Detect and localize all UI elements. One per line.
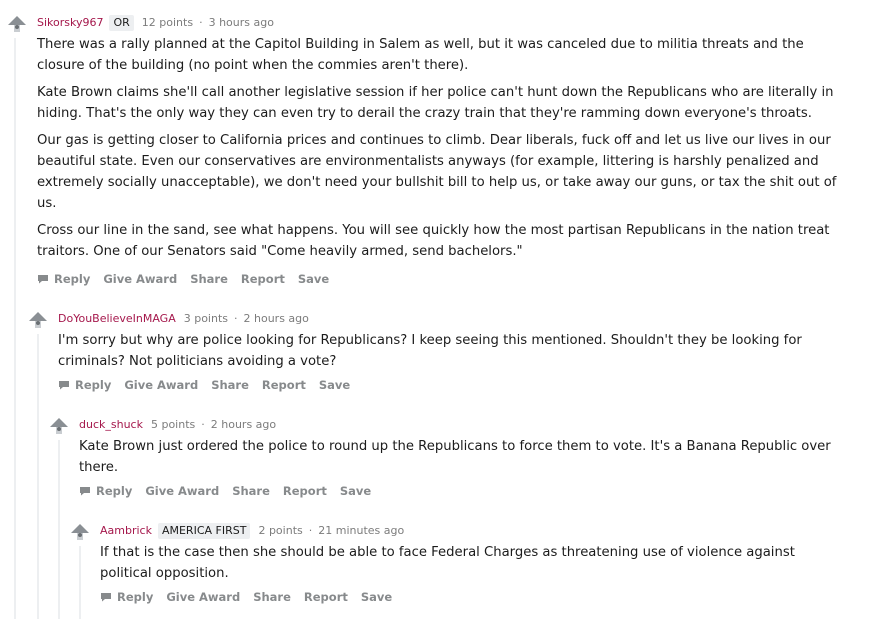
speech-bubble-icon (59, 381, 69, 390)
user-flair: AMERICA FIRST (157, 523, 251, 539)
comment-paragraph: Kate Brown claims she'll call another le… (37, 85, 834, 121)
save-button[interactable]: Save (340, 484, 371, 498)
share-button[interactable]: Share (211, 378, 249, 392)
thread-line-0[interactable] (14, 38, 16, 619)
comment-author[interactable]: DoYouBelieveInMAGA (58, 311, 176, 327)
meta-separator: · (234, 312, 238, 325)
give-award-button[interactable]: Give Award (166, 590, 240, 604)
comment-paragraph: If that is the case then she should be a… (100, 545, 795, 581)
thread-line-2[interactable] (58, 440, 60, 619)
comment-timestamp[interactable]: 2 hours ago (211, 417, 276, 433)
reply-button[interactable]: Reply (79, 484, 132, 498)
comment-actions: Reply Give Award Share Report Save (37, 272, 342, 286)
give-award-button[interactable]: Give Award (145, 484, 219, 498)
report-button[interactable]: Report (241, 272, 285, 286)
comment-author[interactable]: duck_shuck (79, 417, 143, 433)
snoo-avatar-icon[interactable] (27, 310, 49, 332)
speech-bubble-icon (38, 275, 48, 284)
reply-label: Reply (54, 272, 91, 286)
give-award-button[interactable]: Give Award (124, 378, 198, 392)
reply-button[interactable]: Reply (37, 272, 90, 286)
meta-separator: · (201, 418, 205, 431)
reply-label: Reply (96, 484, 133, 498)
reply-label: Reply (117, 590, 154, 604)
give-award-button[interactable]: Give Award (103, 272, 177, 286)
meta-separator: · (308, 524, 313, 537)
comment-paragraph: I'm sorry but why are police looking for… (58, 333, 802, 369)
comment-author[interactable]: Sikorsky967 (37, 15, 103, 31)
snoo-avatar-icon[interactable] (69, 522, 91, 544)
comment-timestamp[interactable]: 3 hours ago (209, 15, 274, 31)
reply-button[interactable]: Reply (58, 378, 111, 392)
comment-timestamp[interactable]: 21 minutes ago (318, 523, 404, 539)
comment-points: 5 points (150, 418, 196, 431)
share-button[interactable]: Share (253, 590, 291, 604)
thread-line-1[interactable] (37, 334, 39, 619)
share-button[interactable]: Share (232, 484, 270, 498)
comment-paragraph: Our gas is getting closer to California … (37, 133, 837, 211)
comment-body: If that is the case then she should be a… (100, 542, 840, 590)
comment-body: There was a rally planned at the Capitol… (37, 34, 837, 268)
save-button[interactable]: Save (361, 590, 392, 604)
snoo-avatar-icon[interactable] (48, 416, 70, 438)
share-button[interactable]: Share (190, 272, 228, 286)
comment-points: 3 points (183, 312, 228, 325)
meta-separator: · (199, 16, 203, 29)
report-button[interactable]: Report (304, 590, 348, 604)
comment-points: 2 points (258, 524, 303, 537)
comment-paragraph: There was a rally planned at the Capitol… (37, 37, 804, 73)
save-button[interactable]: Save (319, 378, 350, 392)
comment-author[interactable]: Aambrick (100, 523, 152, 539)
snoo-avatar-icon[interactable] (6, 14, 28, 36)
comment-body: Kate Brown just ordered the police to ro… (79, 436, 839, 484)
report-button[interactable]: Report (283, 484, 327, 498)
user-flair: OR (109, 15, 134, 31)
reply-label: Reply (75, 378, 112, 392)
comment-body: I'm sorry but why are police looking for… (58, 330, 838, 378)
save-button[interactable]: Save (298, 272, 329, 286)
comment-paragraph: Kate Brown just ordered the police to ro… (79, 439, 831, 475)
reply-button[interactable]: Reply (100, 590, 153, 604)
comment-paragraph: Cross our line in the sand, see what hap… (37, 223, 830, 259)
speech-bubble-icon (80, 487, 90, 496)
speech-bubble-icon (101, 593, 111, 602)
report-button[interactable]: Report (262, 378, 306, 392)
thread-line-3[interactable] (79, 546, 81, 619)
comment-timestamp[interactable]: 2 hours ago (244, 311, 309, 327)
comment-actions: Reply Give Award Share Report Save (79, 484, 384, 498)
comment-actions: Reply Give Award Share Report Save (100, 590, 405, 604)
comment-points: 12 points (141, 16, 194, 29)
comment-actions: Reply Give Award Share Report Save (58, 378, 363, 392)
